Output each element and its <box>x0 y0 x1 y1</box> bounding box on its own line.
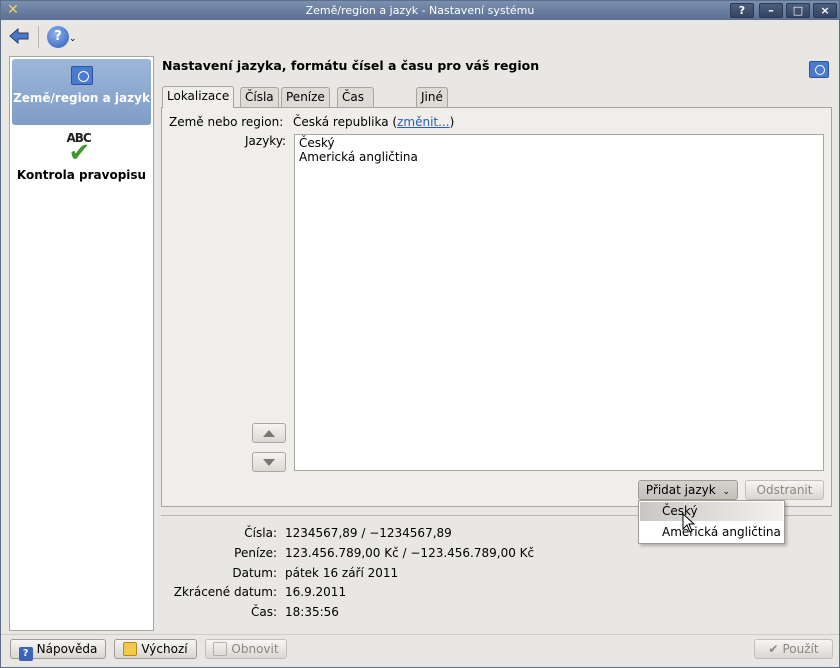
list-item[interactable]: Český <box>299 136 819 150</box>
languages-list[interactable]: Český Americká angličtina <box>294 134 824 471</box>
languages-label: Jazyky: <box>245 134 287 148</box>
window-title: Země/region a jazyk - Nastavení systému <box>305 4 535 17</box>
money-format-value: 123.456.789,00 Kč / −123.456.789,00 Kč <box>285 546 535 560</box>
tab-numbers[interactable]: Čísla <box>240 87 279 108</box>
tab-money[interactable]: Peníze <box>281 87 330 108</box>
whats-this-button[interactable]: ? <box>730 3 754 18</box>
arrow-down-icon <box>263 459 275 466</box>
checkmark-icon: ✔ <box>768 642 779 656</box>
menu-item-american-english[interactable]: Americká angličtina <box>640 523 783 542</box>
divider <box>1 634 839 635</box>
numbers-format-value: 1234567,89 / −1234567,89 <box>285 526 452 540</box>
chevron-down-icon: ⌄ <box>722 487 731 497</box>
book-help-icon: ? <box>18 647 33 661</box>
change-close-paren: ) <box>449 115 455 129</box>
sidebar-item-spellcheck[interactable]: ABC ✔ Kontrola pravopisu <box>12 129 151 199</box>
defaults-icon <box>123 642 138 656</box>
back-arrow-icon[interactable] <box>9 27 29 45</box>
change-country-link[interactable]: změnit... <box>397 115 449 129</box>
list-item[interactable]: Americká angličtina <box>299 150 819 164</box>
defaults-button[interactable]: Výchozí <box>114 639 197 659</box>
add-language-menu[interactable]: Český Americká angličtina <box>638 500 785 544</box>
tab-panel-localization: Země nebo region: Česká republika (změni… <box>161 107 832 507</box>
settings-window: ✕ Země/region a jazyk - Nastavení systém… <box>0 0 840 668</box>
short-date-format-value: 16.9.2011 <box>285 585 347 599</box>
title-bar[interactable]: ✕ Země/region a jazyk - Nastavení systém… <box>1 1 839 20</box>
sidebar-item-label: Kontrola pravopisu <box>16 168 147 182</box>
help-button-label: Nápověda <box>36 642 98 656</box>
minimize-button[interactable]: – <box>759 3 783 18</box>
help-button[interactable]: ? Nápověda <box>10 639 106 661</box>
move-up-button[interactable] <box>252 423 286 443</box>
date-format-value: pátek 16 září 2011 <box>285 566 399 580</box>
toolbar: ? ⌄ <box>1 20 839 54</box>
add-language-label: Přidat jazyk <box>645 483 716 497</box>
apply-button[interactable]: ✔ Použít <box>754 639 833 659</box>
maximize-button[interactable]: □ <box>786 3 810 18</box>
apply-button-label: Použít <box>782 642 819 656</box>
time-format-value: 18:35:56 <box>285 605 339 619</box>
reset-button-label: Obnovit <box>231 642 279 656</box>
reset-button[interactable]: Obnovit <box>205 639 287 659</box>
move-down-button[interactable] <box>252 452 286 472</box>
numbers-format-label: Čísla: <box>244 526 277 540</box>
help-icon[interactable]: ? <box>47 26 69 48</box>
reset-icon <box>213 642 228 656</box>
sidebar-item-label: Země/region a jazyk <box>13 91 150 105</box>
short-date-format-label: Zkrácené datum: <box>173 585 277 599</box>
time-format-label: Čas: <box>250 605 277 619</box>
country-value: Česká republika <box>293 115 389 129</box>
menu-item-czech[interactable]: Český <box>640 502 783 521</box>
remove-language-button[interactable]: Odstranit <box>745 480 824 500</box>
money-format-label: Peníze: <box>234 546 277 560</box>
tab-localization[interactable]: Lokalizace <box>162 86 235 108</box>
country-value-row: Česká republika (změnit...) <box>293 115 454 129</box>
sidebar-item-region-language[interactable]: Země/region a jazyk <box>12 59 151 125</box>
country-label: Země nebo region: <box>169 115 284 129</box>
arrow-up-icon <box>263 430 275 437</box>
tab-time-date[interactable]: Čas a data <box>337 87 375 142</box>
defaults-button-label: Výchozí <box>141 642 188 656</box>
add-language-button[interactable]: Přidat jazyk ⌄ <box>638 480 738 500</box>
tab-other[interactable]: Jiné <box>416 87 448 108</box>
date-format-label: Datum: <box>232 566 277 580</box>
un-flag-icon <box>70 66 93 85</box>
chevron-down-icon[interactable]: ⌄ <box>69 34 77 44</box>
page-title: Nastavení jazyka, formátu čísel a času p… <box>162 58 540 73</box>
toolbar-separator <box>38 26 39 48</box>
sidebar: Země/region a jazyk ABC ✔ Kontrola pravo… <box>9 56 154 631</box>
close-button[interactable]: × <box>813 3 837 18</box>
spellcheck-icon: ABC ✔ <box>66 131 92 168</box>
un-flag-icon <box>809 61 829 78</box>
